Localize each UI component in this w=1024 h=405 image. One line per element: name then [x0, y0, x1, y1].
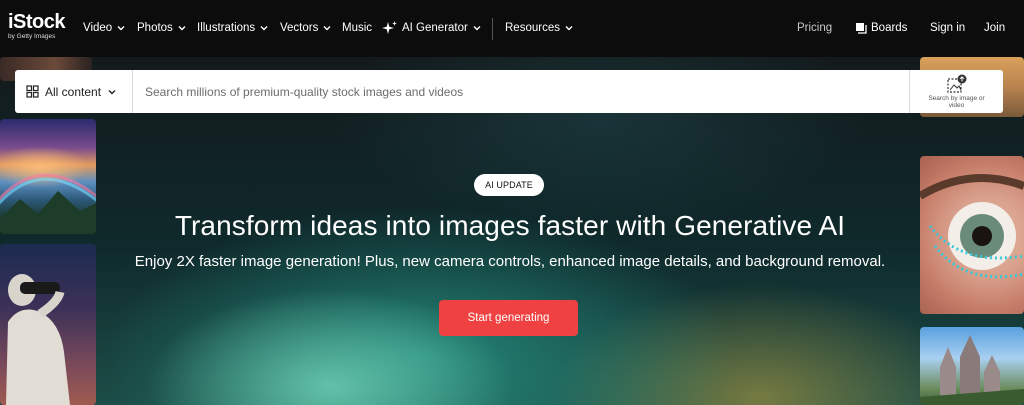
- search-input[interactable]: [133, 71, 909, 112]
- nav-ai-generator[interactable]: AI Generator: [381, 19, 482, 37]
- logo-wordmark: iStock: [8, 11, 66, 33]
- nav-vectors[interactable]: Vectors: [280, 19, 332, 37]
- nav-video-label: Video: [83, 22, 113, 34]
- search-bar: All content Search by image or video: [15, 70, 1003, 113]
- stock-image-thumbnail[interactable]: [920, 156, 1024, 314]
- nav-join[interactable]: Join: [984, 19, 1005, 37]
- top-navigation: iStock by Getty Images Video Photos Illu…: [0, 0, 1024, 57]
- chevron-down-icon: [116, 23, 126, 33]
- start-generating-button[interactable]: Start generating: [439, 300, 578, 336]
- istock-logo[interactable]: iStock by Getty Images: [8, 12, 70, 42]
- boards-icon: [855, 22, 867, 34]
- chevron-down-icon: [472, 23, 482, 33]
- stock-image-thumbnail[interactable]: [920, 327, 1024, 405]
- nav-vectors-label: Vectors: [280, 22, 319, 34]
- nav-photos[interactable]: Photos: [137, 19, 187, 37]
- nav-illustrations-label: Illustrations: [197, 22, 256, 34]
- stock-image-thumbnail[interactable]: [0, 119, 96, 234]
- sparkle-icon: [381, 20, 398, 37]
- stock-image-thumbnail[interactable]: [0, 244, 96, 405]
- hero-banner: All content Search by image or video AI …: [0, 57, 1024, 405]
- nav-sign-in[interactable]: Sign in: [930, 19, 965, 37]
- nav-resources[interactable]: Resources: [505, 19, 574, 37]
- image-search-icon: [946, 74, 968, 94]
- image-search-label: Search by image or video: [928, 94, 985, 110]
- hero-subheadline: Enjoy 2X faster image generation! Plus, …: [134, 253, 886, 270]
- content-type-select[interactable]: All content: [15, 70, 133, 113]
- nav-music-label: Music: [342, 22, 373, 34]
- nav-boards[interactable]: Boards: [855, 19, 907, 37]
- chevron-down-icon: [564, 23, 574, 33]
- search-by-image-button[interactable]: Search by image or video: [909, 70, 1003, 113]
- chevron-down-icon: [107, 87, 117, 97]
- nav-boards-label: Boards: [871, 22, 908, 34]
- nav-music[interactable]: Music: [342, 19, 372, 37]
- nav-photos-label: Photos: [137, 22, 173, 34]
- nav-resources-label: Resources: [505, 22, 560, 34]
- grid-icon: [26, 85, 39, 98]
- ai-update-badge: AI UPDATE: [474, 174, 544, 196]
- chevron-down-icon: [259, 23, 269, 33]
- chevron-down-icon: [322, 23, 332, 33]
- chevron-down-icon: [177, 23, 187, 33]
- nav-illustrations[interactable]: Illustrations: [197, 19, 269, 37]
- nav-divider: [492, 18, 493, 40]
- nav-video[interactable]: Video: [83, 19, 126, 37]
- nav-ai-generator-label: AI Generator: [402, 22, 468, 34]
- nav-pricing[interactable]: Pricing: [797, 19, 832, 37]
- hero-headline: Transform ideas into images faster with …: [174, 210, 846, 241]
- content-type-label: All content: [45, 84, 102, 99]
- logo-tagline: by Getty Images: [8, 33, 56, 40]
